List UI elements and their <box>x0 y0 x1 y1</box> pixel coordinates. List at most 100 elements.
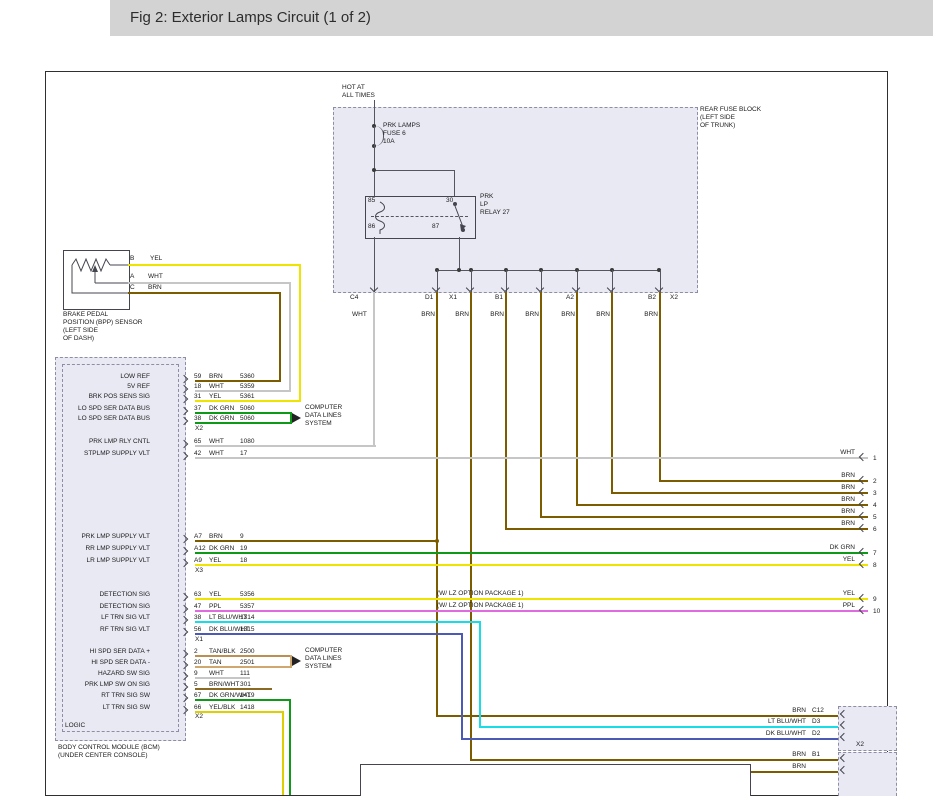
pin-function-label: RT TRN SIG SW <box>58 692 150 700</box>
pin-function-label: BRK POS SENS SIG <box>58 393 150 401</box>
pin-function-label: LF TRN SIG VLT <box>58 614 150 622</box>
pin-function-label: DETECTION SIG <box>58 603 150 611</box>
pin-connector-icon <box>180 440 188 448</box>
pin-function-label: PRK LMP RLY CNTL <box>58 438 150 446</box>
connector-group-label: X3 <box>195 567 203 575</box>
label-line: COMPUTER <box>305 647 342 655</box>
pin-connector-icon <box>180 407 188 415</box>
connector-icon <box>859 476 867 484</box>
edge-terminal: BRN 6 <box>795 520 886 532</box>
pin-function-label: LO SPD SER DATA BUS <box>58 415 150 423</box>
data-line-arrow-icon <box>292 656 301 666</box>
junction-dot <box>457 268 461 272</box>
terminal-number: 6 <box>873 526 877 534</box>
pin-function-label: HI SPD SER DATA - <box>58 659 150 667</box>
pin-connector-icon <box>180 661 188 669</box>
wire-color-label: BRN <box>795 472 855 480</box>
sensor-pin: C <box>130 284 135 292</box>
wire-lo-spd-bus <box>195 412 292 414</box>
pin-connector-icon <box>180 650 188 658</box>
pin-connector-icon <box>180 672 188 680</box>
label-line: BRAKE PEDAL <box>63 311 142 319</box>
bcm-caption: BODY CONTROL MODULE (BCM) (UNDER CENTER … <box>58 744 160 760</box>
label-line: DATA LINES <box>305 655 342 663</box>
pin-function-label: RF TRN SIG VLT <box>58 626 150 634</box>
potentiometer-icon <box>63 250 128 308</box>
wire-5v-ref <box>195 390 291 392</box>
wire-color-label: WHT <box>795 449 855 457</box>
connector-icon <box>840 710 848 718</box>
wire-color-label: YEL <box>795 556 855 564</box>
pin-function-label: HI SPD SER DATA + <box>58 648 150 656</box>
relay-87-output-line <box>459 237 460 271</box>
connector-group-label: X1 <box>195 636 203 644</box>
wire-color-label: BRN <box>148 284 162 292</box>
wire-detection-sig <box>195 598 868 600</box>
edge-terminal: BRN5 <box>795 508 886 520</box>
wire-rf-turn <box>195 633 463 635</box>
edge-terminal: YEL9 <box>795 590 886 602</box>
label-line: LP <box>480 201 510 209</box>
wire-color-label: BRN <box>484 311 504 319</box>
connector-label-b2: B2 <box>648 294 656 302</box>
pin-function-label: PRK LMP SW ON SIG <box>58 681 150 689</box>
wire-color-label: BRN <box>449 311 469 319</box>
wire-color-label: PPL <box>795 602 855 610</box>
pin-connector-icon <box>180 683 188 691</box>
pin-connector-icon <box>180 452 188 460</box>
edge-terminal: BRN3 <box>795 484 886 496</box>
wire-hi-spd-plus <box>195 655 292 657</box>
connector-icon <box>840 721 848 729</box>
power-feed-line <box>374 100 375 126</box>
terminal-label: B1 <box>812 751 820 759</box>
wire-lt-trn-sw <box>282 711 284 795</box>
wire-color-label: BRN <box>415 311 435 319</box>
pin-function-label: STPLMP SUPPLY VLT <box>58 450 150 458</box>
wire-brn <box>576 292 578 506</box>
connector-label-c4: C4 <box>350 294 358 302</box>
label-line: (LEFT SIDE <box>63 327 142 335</box>
wire-rr-lmp-supply <box>195 552 868 554</box>
pin-connector-icon <box>180 375 188 383</box>
pin-function-label: RR LMP SUPPLY VLT <box>58 545 150 553</box>
relay-branch-drop <box>454 170 455 196</box>
rear-fuse-block-label: REAR FUSE BLOCK (LEFT SIDE OF TRUNK) <box>700 106 761 130</box>
hot-at-all-times-label: HOT AT ALL TIMES <box>342 84 406 100</box>
wire-rly-cntl <box>195 445 376 447</box>
wire-low-ref <box>195 380 281 382</box>
wire-hazard-sig <box>195 677 250 679</box>
connector-icon <box>859 606 867 614</box>
wiring-diagram-page: Fig 2: Exterior Lamps Circuit (1 of 2) R… <box>0 0 933 798</box>
pin-connector-icon <box>180 616 188 624</box>
label-line: (LEFT SIDE <box>700 114 761 122</box>
connector-group-label: X2 <box>195 713 203 721</box>
wire-lf-turn <box>195 621 481 623</box>
wire-color-label: BRN <box>519 311 539 319</box>
wire-lo-spd-bus <box>195 422 292 424</box>
wire-color-label: BRN <box>590 311 610 319</box>
wire-color-label: BRN <box>795 508 855 516</box>
wire-brn <box>470 292 472 761</box>
wire-color-label: BRN <box>795 520 855 528</box>
terminal-label: C12 <box>812 707 824 715</box>
pin-function-label: DETECTION SIG <box>58 591 150 599</box>
wire-color-label: YEL <box>795 590 855 598</box>
wire-sensor-yel <box>299 264 301 402</box>
wire-rf-turn <box>461 633 463 740</box>
connector-icon <box>859 560 867 568</box>
connector-icon <box>840 754 848 762</box>
edge-terminal: YEL8 <box>795 556 886 568</box>
label-line: OF TRUNK) <box>700 122 761 130</box>
connector-icon <box>859 488 867 496</box>
junction-dot <box>372 168 376 172</box>
connector-terminal: BRN <box>744 763 884 775</box>
connector-icon <box>859 524 867 532</box>
relay-terminal-85: 85 <box>368 197 375 205</box>
wire-color-label: BRN <box>795 496 855 504</box>
pin-connector-icon <box>180 559 188 567</box>
connector-group-x1: X1 <box>449 294 457 302</box>
edge-terminal: PPL10 <box>795 602 886 614</box>
wire-stplmp-supply <box>195 457 868 459</box>
bpp-sensor-caption: BRAKE PEDAL POSITION (BPP) SENSOR (LEFT … <box>63 311 142 343</box>
label-line: SYSTEM <box>305 420 342 428</box>
